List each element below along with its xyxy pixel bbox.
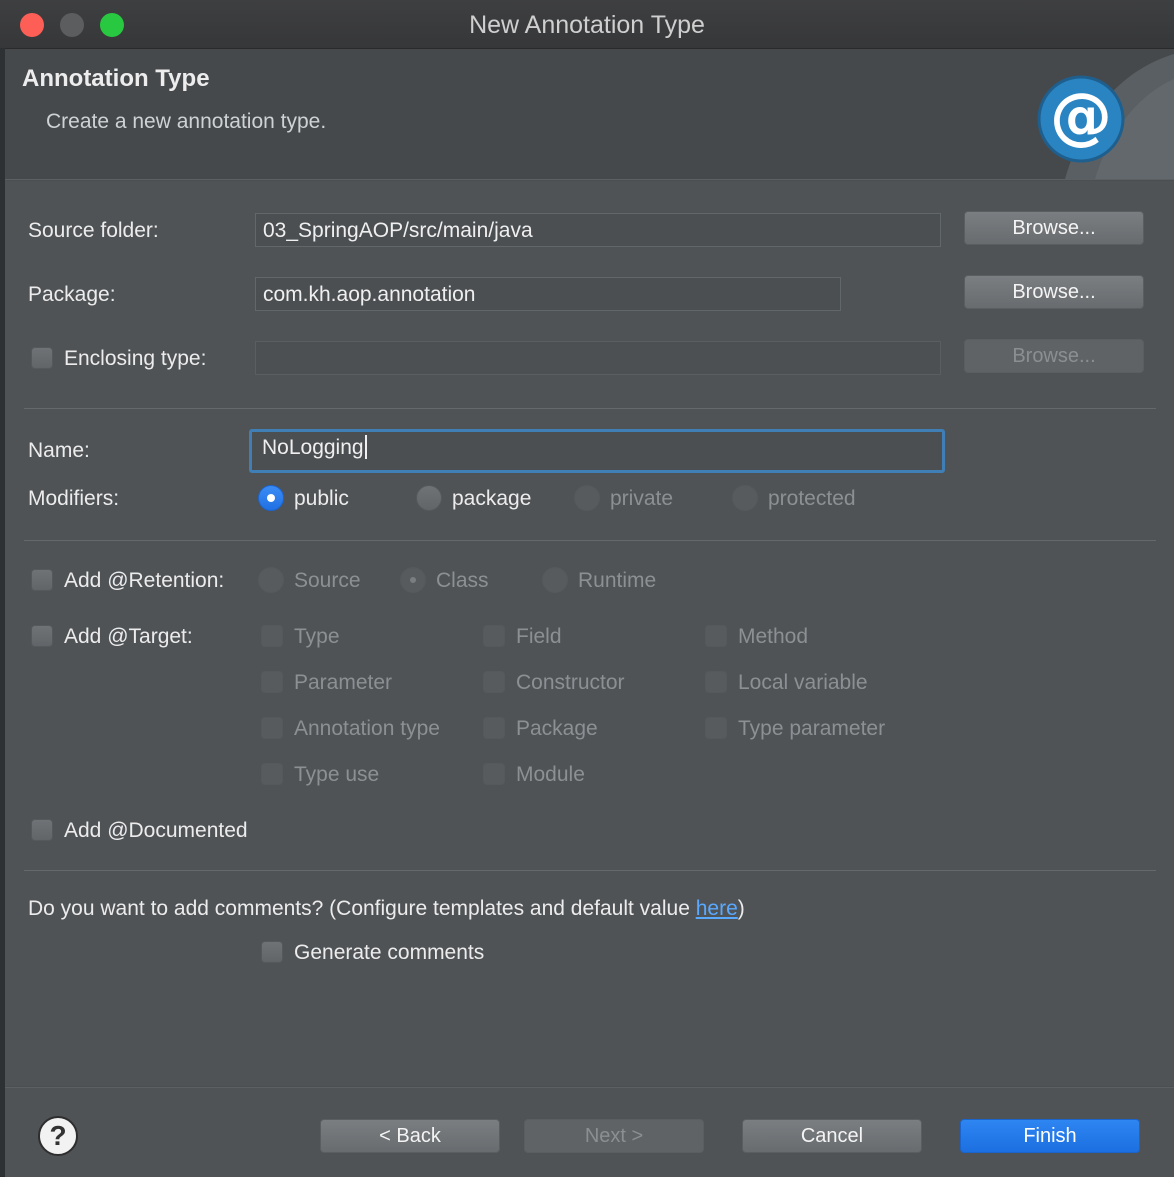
package-label: Package: [28,283,116,306]
comments-question-text: Do you want to add comments? (Configure … [28,897,696,920]
browse-enclosing-type-button[interactable]: Browse... [964,339,1144,373]
target-type-use-label: Type use [294,763,380,786]
target-type-checkbox[interactable] [261,625,283,647]
comments-question-close: ) [737,897,745,920]
window-title: New Annotation Type [469,11,705,39]
target-type-label: Type [294,625,340,648]
browse-source-folder-button[interactable]: Browse... [964,211,1144,245]
target-local-variable-label: Local variable [738,671,868,694]
modifiers-label: Modifiers: [28,487,120,510]
modifier-public-label: public [294,487,349,510]
target-constructor-checkbox[interactable] [483,671,505,693]
target-checkbox[interactable] [31,625,53,647]
browse-package-button[interactable]: Browse... [964,275,1144,309]
text-caret [364,435,367,459]
retention-checkbox[interactable] [31,569,53,591]
target-package-label: Package [516,717,598,740]
at-sign-icon: @ [1025,49,1174,179]
target-method-checkbox[interactable] [705,625,727,647]
target-parameter-checkbox[interactable] [261,671,283,693]
modifier-package-label: package [452,487,532,510]
target-method-label: Method [738,625,809,648]
at-sign-glyph: @ [1050,79,1112,152]
help-icon[interactable]: ? [38,1116,78,1156]
retention-runtime-radio[interactable] [542,567,568,593]
enclosing-type-label: Enclosing type: [64,347,207,370]
finish-button[interactable]: Finish [960,1119,1140,1153]
dialog-window: New Annotation Type Annotation Type Crea… [0,0,1174,1177]
source-folder-input[interactable]: 03_SpringAOP/src/main/java [255,213,941,247]
modifier-public-radio[interactable] [258,485,284,511]
section-divider [24,870,1156,871]
modifier-package-radio[interactable] [416,485,442,511]
package-input[interactable]: com.kh.aop.annotation [255,277,841,311]
modifier-private-label: private [610,487,674,510]
target-field-label: Field [516,625,562,648]
enclosing-type-input[interactable] [255,341,941,375]
source-folder-label: Source folder: [28,219,159,242]
comments-question: Do you want to add comments? (Configure … [28,897,745,921]
page-subtitle: Create a new annotation type. [46,110,327,133]
documented-checkbox[interactable] [31,819,53,841]
target-annotation-type-label: Annotation type [294,717,440,740]
generate-comments-checkbox[interactable] [261,941,283,963]
target-type-parameter-checkbox[interactable] [705,717,727,739]
target-parameter-label: Parameter [294,671,393,694]
retention-source-label: Source [294,569,361,592]
back-button[interactable]: < Back [320,1119,500,1153]
name-input-value: NoLogging [262,436,364,459]
name-input[interactable]: NoLogging [249,429,945,473]
target-constructor-label: Constructor [516,671,625,694]
configure-templates-link[interactable]: here [696,897,738,920]
target-type-parameter-label: Type parameter [738,717,886,740]
modifier-private-radio[interactable] [574,485,600,511]
target-module-label: Module [516,763,585,786]
wizard-header: Annotation Type Create a new annotation … [5,49,1174,180]
generate-comments-label: Generate comments [294,941,485,964]
page-title: Annotation Type [22,65,210,92]
target-label: Add @Target: [64,625,193,648]
section-divider [24,540,1156,541]
title-bar[interactable]: New Annotation Type [0,0,1174,49]
target-type-use-checkbox[interactable] [261,763,283,785]
target-module-checkbox[interactable] [483,763,505,785]
retention-class-label: Class [436,569,489,592]
modifier-protected-label: protected [768,487,856,510]
next-button[interactable]: Next > [524,1119,704,1153]
retention-class-radio[interactable] [400,567,426,593]
name-label: Name: [28,439,90,462]
target-package-checkbox[interactable] [483,717,505,739]
target-field-checkbox[interactable] [483,625,505,647]
modifier-protected-radio[interactable] [732,485,758,511]
cancel-button[interactable]: Cancel [742,1119,922,1153]
enclosing-type-checkbox[interactable] [31,347,53,369]
section-divider [24,408,1156,409]
retention-runtime-label: Runtime [578,569,657,592]
target-local-variable-checkbox[interactable] [705,671,727,693]
documented-label: Add @Documented [64,819,248,842]
target-annotation-type-checkbox[interactable] [261,717,283,739]
retention-label: Add @Retention: [64,569,225,592]
retention-source-radio[interactable] [258,567,284,593]
